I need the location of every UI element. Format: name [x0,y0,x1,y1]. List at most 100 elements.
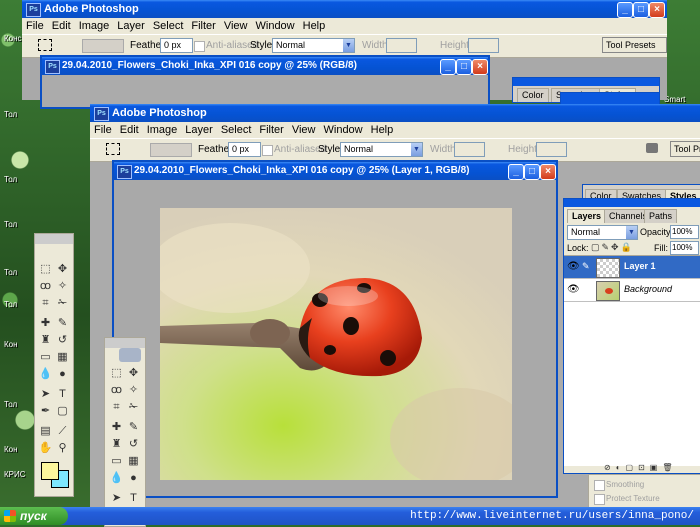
tools-palette-header[interactable] [105,338,145,348]
width-input[interactable] [386,38,417,53]
slice-tool-icon[interactable]: ✁ [126,400,141,415]
style-select[interactable]: Normal ▼ [340,142,423,157]
feather-input[interactable]: 0 px [228,142,261,157]
lock-icons[interactable]: ▢✎✥🔒 [591,242,643,252]
menu-edit[interactable]: Edit [116,124,143,136]
magic-wand-icon[interactable]: ✧ [126,383,141,398]
layer-action-icons[interactable]: ⊘◐▢⊡▣🗑 [604,463,700,472]
blur-tool-icon[interactable]: 💧 [109,471,124,486]
desktop-label[interactable]: Тол [4,400,17,409]
crop-tool-icon[interactable]: ⌗ [109,400,124,415]
menu-view[interactable]: View [220,20,252,32]
path-selection-icon[interactable]: ➤ [109,491,124,506]
menu-image[interactable]: Image [75,20,114,32]
start-button[interactable]: пуск [0,507,68,525]
layers-panel-title-bar[interactable] [564,199,700,207]
move-tool-icon[interactable]: ✥ [55,262,70,277]
type-tool-icon[interactable]: T [126,491,141,506]
brush-tool-icon[interactable]: ✎ [55,316,70,331]
desktop-label[interactable]: КРИС [4,470,26,479]
marquee-tool-icon[interactable]: ⬚ [109,366,124,381]
antialiased-checkbox[interactable] [194,41,205,52]
ladybug-photo[interactable] [160,208,512,480]
menu-help[interactable]: Help [299,20,330,32]
menu-view[interactable]: View [288,124,320,136]
brush-tool-icon[interactable]: ✎ [126,420,141,435]
lasso-tool-icon[interactable]: ꝏ [109,383,124,398]
slice-tool-icon[interactable]: ✁ [55,296,70,311]
pen-tool-icon[interactable]: ✒ [38,404,53,419]
blend-mode-select[interactable]: Normal ▼ [567,225,638,240]
tools-palette-header[interactable] [35,234,73,244]
desktop-label[interactable]: Тол [4,110,17,119]
desktop-label[interactable]: Тол [4,268,17,277]
blur-tool-icon[interactable]: 💧 [38,367,53,382]
desktop-label[interactable]: Smart [664,95,685,104]
menu-help[interactable]: Help [367,124,398,136]
history-brush-icon[interactable]: ↺ [55,333,70,348]
gradient-tool-icon[interactable]: ▦ [55,350,70,365]
desktop-label[interactable]: Тол [4,300,17,309]
foreground-color-swatch[interactable] [41,462,59,480]
palette-well-icon[interactable] [646,143,658,153]
desktop-label[interactable]: Кон [4,340,18,349]
menu-file[interactable]: File [90,124,116,136]
desktop-label[interactable]: Тол [4,220,17,229]
minimize-button[interactable]: _ [508,164,524,180]
antialiased-checkbox[interactable] [262,145,273,156]
smoothing-checkbox[interactable] [594,480,605,491]
menu-file[interactable]: File [22,20,48,32]
back-title-bar[interactable]: Ps Adobe Photoshop _ □ × [22,0,667,18]
back-document-title-bar[interactable]: Ps 29.04.2010_Flowers_Choki_Inka_XPI 016… [42,57,488,75]
minimize-button[interactable]: _ [617,2,633,18]
maximize-button[interactable]: □ [524,164,540,180]
menu-window[interactable]: Window [320,124,367,136]
menu-edit[interactable]: Edit [48,20,75,32]
tab-color[interactable]: Color [517,88,549,102]
selection-mode-icons[interactable] [150,143,192,157]
style-select[interactable]: Normal ▼ [272,38,355,53]
menu-select[interactable]: Select [149,20,188,32]
layer-row-background[interactable]: 👁 Background [564,279,700,302]
zoom-tool-icon[interactable]: ⚲ [55,441,70,456]
desktop-label[interactable]: Кон [4,445,18,454]
marquee-icon[interactable] [38,39,52,51]
layer-row-layer1[interactable]: 👁 ✎ Layer 1 [564,256,700,279]
feather-input[interactable]: 0 px [160,38,193,53]
opacity-input[interactable]: 100% [670,225,699,239]
minimize-button[interactable]: _ [440,59,456,75]
dodge-tool-icon[interactable]: ● [126,471,141,486]
move-tool-icon[interactable]: ✥ [126,366,141,381]
menu-filter[interactable]: Filter [255,124,287,136]
marquee-tool-icon[interactable]: ⬚ [38,262,53,277]
history-brush-icon[interactable]: ↺ [126,437,141,452]
shape-tool-icon[interactable]: ▢ [55,404,70,419]
healing-brush-icon[interactable]: ✚ [38,316,53,331]
tab-layers[interactable]: Layers [567,209,607,223]
menu-select[interactable]: Select [217,124,256,136]
notes-tool-icon[interactable]: ▤ [38,424,53,439]
lasso-tool-icon[interactable]: ꝏ [38,279,53,294]
magic-wand-icon[interactable]: ✧ [55,279,70,294]
menu-window[interactable]: Window [252,20,299,32]
selection-mode-icons[interactable] [82,39,124,53]
tool-presets-tab[interactable]: Tool Presets [670,141,700,157]
close-button[interactable]: × [472,59,488,75]
tool-presets-tab[interactable]: Tool Presets [602,37,667,53]
desktop-label[interactable]: Тол [4,175,17,184]
menu-filter[interactable]: Filter [187,20,219,32]
desktop-label[interactable]: Конс [4,34,22,43]
height-input[interactable] [536,142,567,157]
height-input[interactable] [468,38,499,53]
type-tool-icon[interactable]: T [55,387,70,402]
hand-tool-icon[interactable]: ✋ [38,441,53,456]
menu-layer[interactable]: Layer [113,20,149,32]
close-button[interactable]: × [540,164,556,180]
fill-input[interactable]: 100% [670,241,699,255]
eye-icon[interactable]: 👁 [567,284,580,296]
clone-stamp-icon[interactable]: ♜ [38,333,53,348]
panel-title-bar[interactable] [513,78,659,86]
marquee-icon[interactable] [106,143,120,155]
tab-paths[interactable]: Paths [644,209,678,223]
protect-texture-checkbox[interactable] [594,494,605,505]
